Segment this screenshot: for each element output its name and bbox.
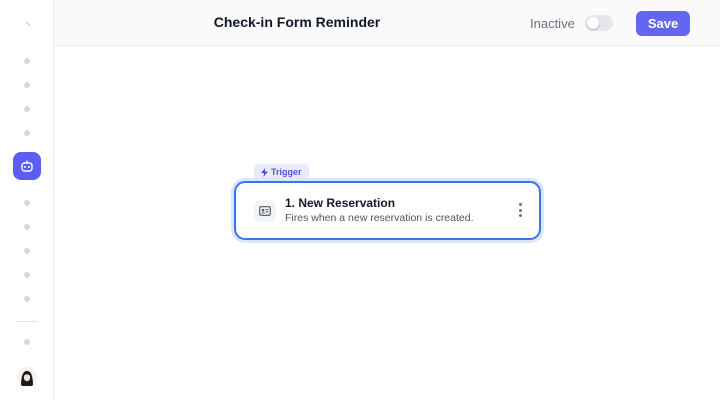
save-button[interactable]: Save (636, 11, 690, 36)
trigger-badge: Trigger (254, 164, 309, 180)
sidebar-item-3[interactable] (24, 106, 30, 112)
node-title: 1. New Reservation (285, 196, 396, 210)
sidebar-divider (16, 321, 38, 322)
sidebar-item-6[interactable] (24, 224, 30, 230)
sidebar-item-more[interactable] (24, 339, 30, 345)
kebab-menu-icon[interactable] (516, 203, 524, 217)
status-label: Inactive (530, 16, 575, 31)
toggle-knob (587, 17, 599, 29)
avatar[interactable] (17, 367, 37, 387)
trigger-badge-label: Trigger (271, 167, 302, 177)
sidebar (0, 0, 54, 400)
page-title: Check-in Form Reminder (213, 14, 381, 30)
top-bar: Check-in Form Reminder Inactive Save (54, 0, 720, 46)
sidebar-item-2[interactable] (24, 82, 30, 88)
sidebar-item-5[interactable] (24, 200, 30, 206)
robot-icon (21, 160, 33, 172)
collapse-icon[interactable] (25, 18, 34, 27)
sidebar-item-8[interactable] (24, 272, 30, 278)
sidebar-item-automations[interactable] (13, 152, 41, 180)
workflow-canvas[interactable]: Trigger 1. New Reservation Fires when a … (54, 46, 720, 400)
sidebar-item-9[interactable] (24, 296, 30, 302)
sidebar-item-4[interactable] (24, 130, 30, 136)
bolt-icon (261, 167, 268, 177)
sidebar-item-7[interactable] (24, 248, 30, 254)
node-description: Fires when a new reservation is created. (285, 212, 474, 224)
active-toggle[interactable] (585, 15, 613, 31)
node-icon-wrap (254, 200, 276, 222)
trigger-node[interactable]: 1. New Reservation Fires when a new rese… (234, 181, 541, 240)
user-avatar-icon (17, 367, 37, 387)
id-card-icon (259, 206, 271, 216)
sidebar-item-1[interactable] (24, 58, 30, 64)
